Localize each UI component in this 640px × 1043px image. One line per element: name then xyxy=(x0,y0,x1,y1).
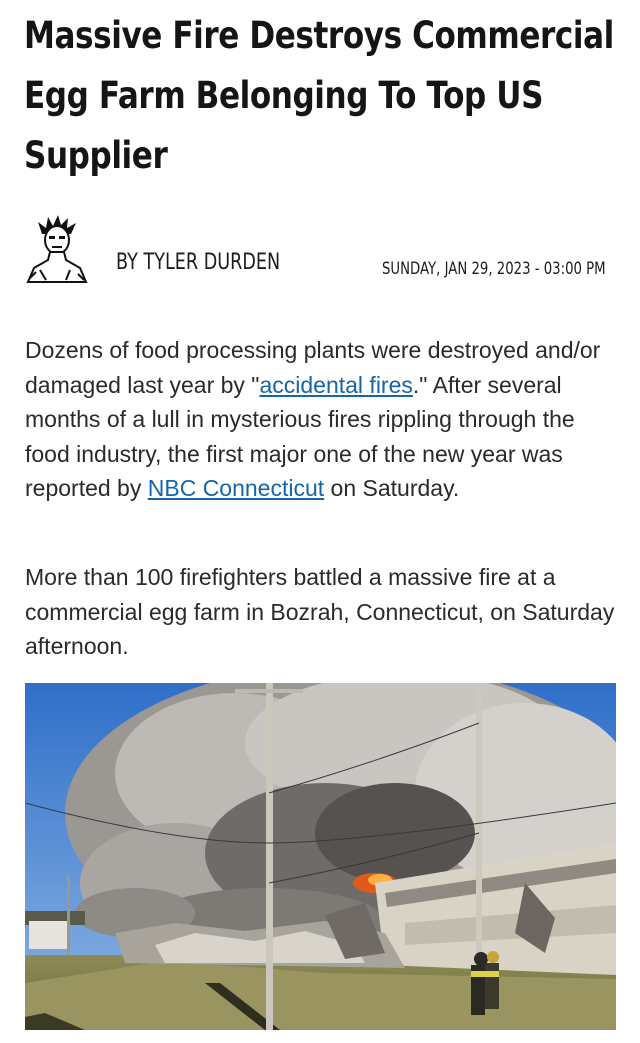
publish-date: SUNDAY, JAN 29, 2023 - 03:00 PM xyxy=(382,259,606,279)
article-headline: Massive Fire Destroys Commercial Egg Far… xyxy=(24,14,614,177)
link-accidental-fires[interactable]: accidental fires xyxy=(259,372,412,398)
fire-photo xyxy=(25,683,616,1030)
author-avatar-icon[interactable] xyxy=(26,214,88,284)
paragraph-intro: Dozens of food processing plants were de… xyxy=(25,333,621,506)
link-nbc-connecticut[interactable]: NBC Connecticut xyxy=(148,475,324,501)
paragraph-text: on Saturday. xyxy=(324,475,460,502)
paragraph-firefighters: More than 100 firefighters battled a mas… xyxy=(25,564,615,660)
author-byline[interactable]: BY TYLER DURDEN xyxy=(116,250,280,275)
